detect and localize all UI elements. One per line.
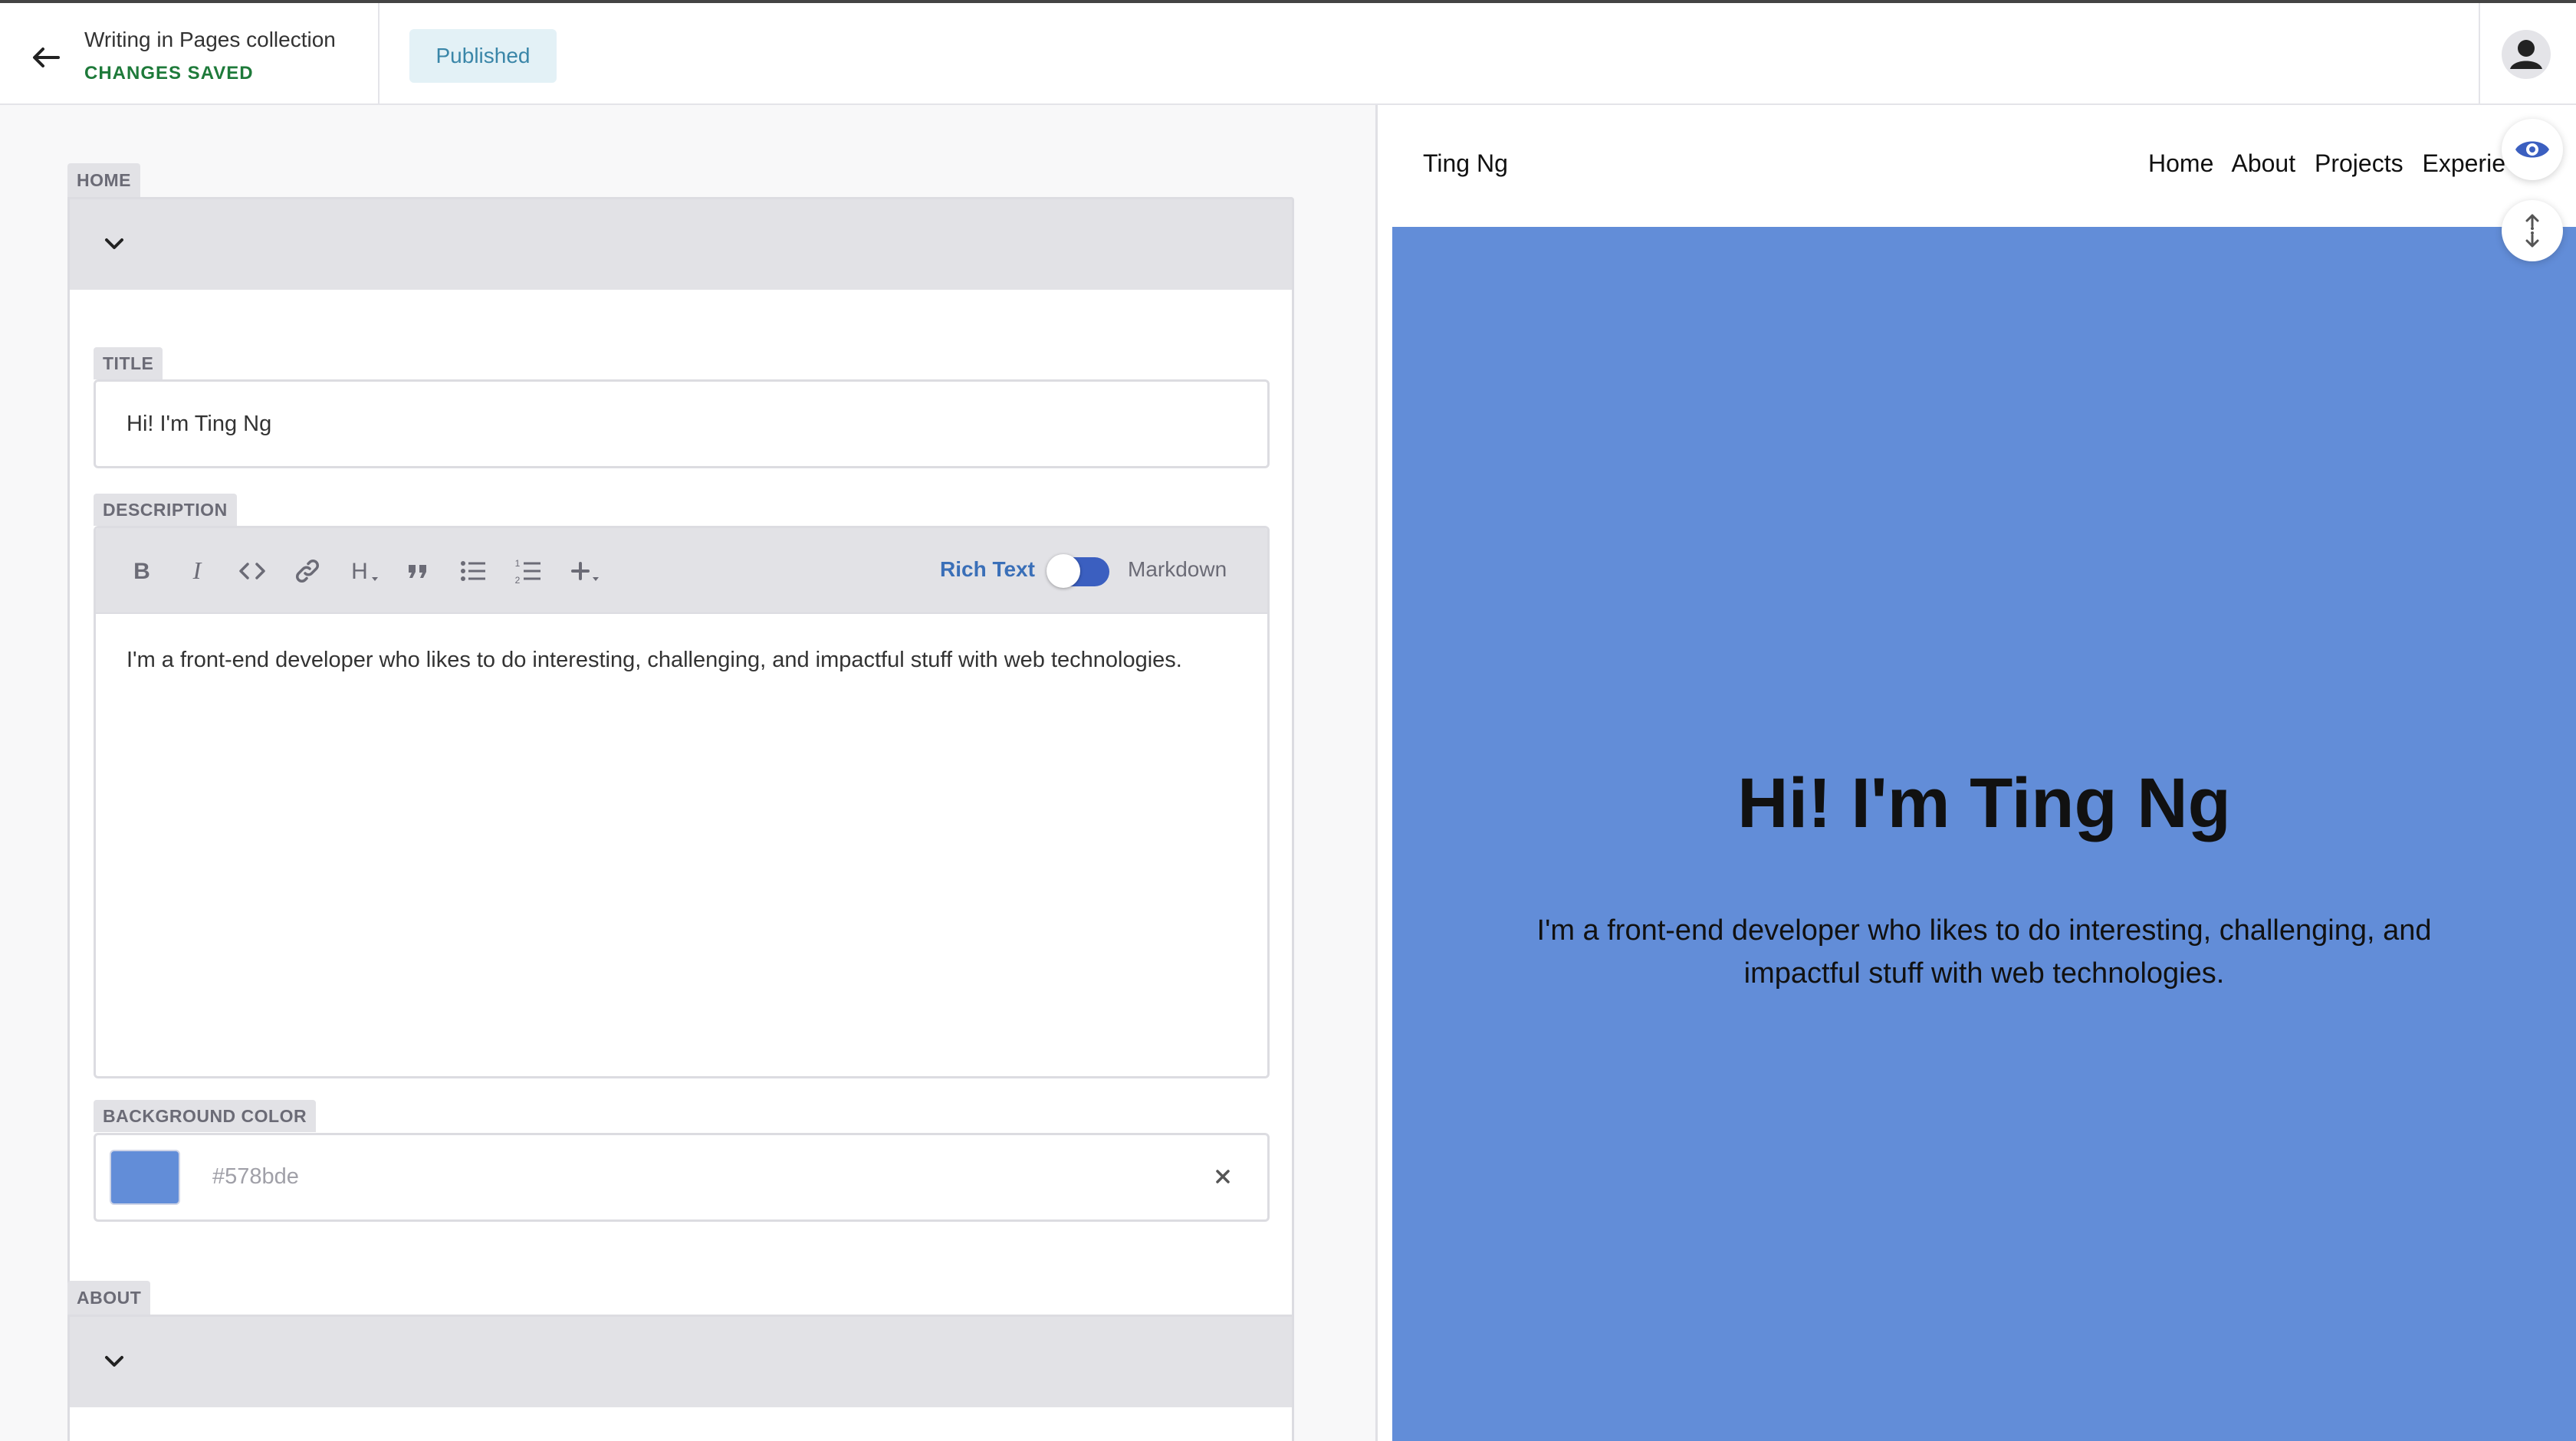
- link-icon[interactable]: [292, 556, 323, 586]
- svg-text:2: 2: [515, 575, 521, 586]
- chevron-down-icon[interactable]: [99, 228, 130, 259]
- about-section-header[interactable]: [70, 1317, 1292, 1407]
- site-nav: Home About Projects Experience: [2148, 149, 2507, 178]
- description-text-area[interactable]: I'm a front-end developer who likes to d…: [127, 643, 1200, 677]
- user-avatar-icon[interactable]: [2501, 29, 2551, 80]
- top-bar: Writing in Pages collection CHANGES SAVE…: [0, 0, 2576, 105]
- editor-mode-toggle[interactable]: [1046, 554, 1109, 588]
- section-label-about: ABOUT: [67, 1281, 151, 1315]
- nav-link-experience[interactable]: Experience: [2422, 149, 2507, 177]
- code-icon[interactable]: [237, 556, 268, 586]
- hero-description: I'm a front-end developer who likes to d…: [1536, 914, 2432, 990]
- sync-scroll-button[interactable]: [2502, 200, 2563, 261]
- numbered-list-icon[interactable]: 12: [513, 556, 544, 586]
- hero-section: Hi! I'm Ting Ng I'm a front-end develope…: [1392, 227, 2576, 1441]
- title-field-label: TITLE: [94, 347, 163, 379]
- markdown-label[interactable]: Markdown: [1128, 557, 1227, 582]
- published-badge[interactable]: Published: [409, 29, 557, 83]
- svg-text:B: B: [133, 559, 150, 584]
- preview-toggle-button[interactable]: [2502, 119, 2563, 180]
- save-status: CHANGES SAVED: [84, 63, 254, 84]
- background-color-label: BACKGROUND COLOR: [94, 1100, 317, 1132]
- collection-label[interactable]: Writing in Pages collection: [84, 26, 336, 54]
- heading-icon[interactable]: H: [347, 556, 384, 586]
- nav-link-projects[interactable]: Projects: [2315, 149, 2404, 177]
- svg-text:1: 1: [515, 558, 521, 569]
- description-field-label: DESCRIPTION: [94, 494, 237, 526]
- rich-text-toolbar: B I H 1 2 Rich Text Markdown: [96, 528, 1267, 614]
- rich-text-label[interactable]: Rich Text: [940, 557, 1035, 582]
- clear-icon[interactable]: [1209, 1163, 1237, 1190]
- color-hex-value[interactable]: #578bde: [212, 1164, 299, 1190]
- header-divider: [378, 3, 380, 105]
- background-color-input[interactable]: #578bde: [94, 1133, 1270, 1222]
- nav-link-about[interactable]: About: [2231, 149, 2295, 177]
- toggle-knob: [1046, 554, 1080, 588]
- italic-icon[interactable]: I: [182, 556, 212, 586]
- quote-icon[interactable]: [402, 556, 433, 586]
- preview-panel: Ting Ng Home About Projects Experience H…: [1378, 105, 2576, 1441]
- hero-title: Hi! I'm Ting Ng: [1737, 764, 2231, 842]
- svg-text:I: I: [192, 556, 202, 584]
- bold-icon[interactable]: B: [127, 556, 157, 586]
- svg-text:H: H: [351, 559, 368, 584]
- section-label-home: HOME: [67, 163, 140, 197]
- nav-link-home[interactable]: Home: [2148, 149, 2213, 177]
- home-section: TITLE Hi! I'm Ting Ng DESCRIPTION B I H: [67, 197, 1294, 1357]
- bulleted-list-icon[interactable]: [458, 556, 488, 586]
- title-input[interactable]: Hi! I'm Ting Ng: [94, 379, 1270, 468]
- chevron-down-icon[interactable]: [99, 1346, 130, 1377]
- about-section: [67, 1315, 1294, 1441]
- header-divider: [2479, 3, 2480, 105]
- editor-panel: HOME TITLE Hi! I'm Ting Ng DESCRIPTION B…: [0, 105, 1375, 1441]
- color-swatch[interactable]: [110, 1150, 180, 1205]
- breadcrumb: Writing in Pages collection CHANGES SAVE…: [84, 26, 336, 87]
- site-name[interactable]: Ting Ng: [1423, 149, 1508, 178]
- add-icon[interactable]: [568, 556, 605, 586]
- description-editor: B I H 1 2 Rich Text Markdown I'm a front…: [94, 526, 1270, 1078]
- back-arrow-icon[interactable]: [26, 38, 66, 77]
- home-section-header[interactable]: [70, 199, 1292, 290]
